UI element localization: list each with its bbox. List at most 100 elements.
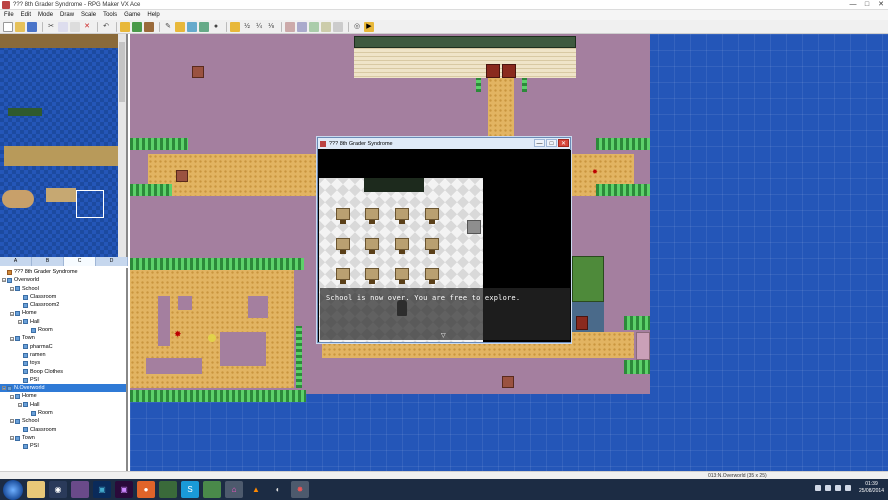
region-mode-icon[interactable] (144, 21, 154, 32)
zoom-1-8-icon[interactable]: ⅛ (266, 22, 276, 32)
tab-d[interactable]: D (96, 257, 128, 266)
map-mode-icon[interactable] (120, 21, 130, 32)
hedge[interactable] (522, 78, 527, 92)
map-tree-item[interactable]: − Home (0, 392, 126, 400)
tile-counter[interactable] (4, 146, 120, 166)
map-tree-item[interactable]: − N.Overworld (0, 384, 126, 393)
expand-toggle-icon[interactable]: − (10, 286, 14, 291)
event-mode-icon[interactable] (132, 21, 142, 32)
archive-app-icon[interactable] (71, 481, 89, 498)
hedge[interactable] (130, 258, 304, 270)
map-tree-item[interactable]: Room (0, 326, 126, 334)
playtest-minimize-button[interactable]: — (534, 139, 545, 147)
playtest-maximize-button[interactable]: □ (546, 139, 557, 147)
save-project-icon[interactable] (27, 21, 37, 32)
map-tree-item[interactable]: Classroom (0, 293, 126, 301)
obs-icon[interactable]: ◐ (269, 481, 287, 498)
volume-icon[interactable] (834, 485, 841, 491)
new-project-icon[interactable] (3, 21, 13, 32)
map-tree-item[interactable]: Classroom2 (0, 301, 126, 309)
playtest-window[interactable]: ??? 8th Grader Syndrome — □ ✕ School is … (317, 137, 571, 343)
expand-toggle-icon[interactable]: − (2, 278, 6, 283)
expand-toggle-icon[interactable]: − (18, 319, 22, 324)
path[interactable] (488, 78, 514, 140)
map-tree-item[interactable]: Boop Clothes (0, 368, 126, 376)
network-icon[interactable] (824, 485, 831, 491)
photoshop-icon[interactable]: ▣ (93, 481, 111, 498)
shop-door[interactable] (576, 316, 588, 330)
tile-sofa[interactable] (46, 188, 76, 202)
map-tree-item[interactable]: Room (0, 409, 126, 417)
delete-icon[interactable]: ✕ (82, 22, 92, 32)
map-tree-item[interactable]: PSI (0, 376, 126, 384)
tray-arrow-icon[interactable] (814, 485, 821, 491)
map-tree-item[interactable]: − Town (0, 334, 126, 342)
playtest-icon[interactable]: ▶ (364, 21, 374, 32)
map-ground[interactable] (178, 296, 192, 310)
shadow-pen-icon[interactable]: ● (211, 22, 221, 32)
event-marker[interactable] (208, 334, 216, 342)
menu-mode[interactable]: Mode (38, 12, 53, 18)
map-tree-item[interactable]: Classroom (0, 426, 126, 434)
hedge[interactable] (296, 326, 302, 388)
pencil-icon[interactable]: ✎ (163, 22, 173, 32)
expand-toggle-icon[interactable]: − (10, 419, 14, 424)
menu-game[interactable]: Game (124, 12, 140, 18)
menu-draw[interactable]: Draw (60, 12, 74, 18)
hedge[interactable] (624, 360, 650, 374)
map-tree-item[interactable]: − Hall (0, 318, 126, 326)
school-wall[interactable] (354, 48, 576, 78)
skype-icon[interactable]: S (181, 481, 199, 498)
premiere-icon[interactable]: ▣ (115, 481, 133, 498)
hedge[interactable] (476, 78, 481, 92)
hedge[interactable] (596, 138, 650, 150)
school-door[interactable] (486, 64, 500, 78)
expand-toggle-icon[interactable]: − (10, 336, 14, 341)
tab-c[interactable]: C (64, 257, 96, 266)
crate[interactable] (176, 170, 188, 182)
map-tree-item[interactable]: ??? 8th Grader Syndrome (0, 268, 126, 276)
map-tree-item[interactable]: ramen (0, 351, 126, 359)
steam-icon[interactable]: ◉ (49, 481, 67, 498)
shop-roof[interactable] (572, 256, 604, 302)
close-button[interactable]: ✕ (874, 0, 888, 9)
menu-tools[interactable]: Tools (103, 12, 117, 18)
menu-help[interactable]: Help (147, 12, 159, 18)
rpg-maker-icon[interactable] (203, 481, 221, 498)
undo-icon[interactable]: ↶ (101, 22, 111, 32)
tile-chalkboard[interactable] (8, 108, 42, 116)
menu-scale[interactable]: Scale (81, 12, 96, 18)
map-tree-item[interactable]: PSI (0, 442, 126, 450)
tileset-palette[interactable] (0, 34, 128, 257)
hedge[interactable] (596, 184, 650, 196)
fill-icon[interactable] (199, 21, 209, 32)
school-door[interactable] (502, 64, 516, 78)
menu-file[interactable]: File (4, 12, 14, 18)
map-ground[interactable] (158, 296, 170, 346)
map-tree-item[interactable]: pharmaC (0, 343, 126, 351)
resource-manager-icon[interactable] (297, 21, 307, 32)
copy-icon[interactable] (58, 21, 68, 32)
paste-icon[interactable] (70, 21, 80, 32)
tab-b[interactable]: B (32, 257, 64, 266)
hedge[interactable] (130, 184, 172, 196)
media-app-icon[interactable] (159, 481, 177, 498)
tileset-scroll-thumb[interactable] (119, 42, 125, 102)
message-window[interactable]: School is now over. You are free to expl… (320, 288, 570, 340)
blood-splatter-icon[interactable]: ✸ (592, 168, 598, 177)
map-ground[interactable] (248, 296, 268, 318)
tab-a[interactable]: A (0, 257, 32, 266)
map-tree-item[interactable]: − Overworld (0, 276, 126, 284)
zoom-1-2-icon[interactable]: ½ (242, 22, 252, 32)
tile-wood-wall[interactable] (0, 34, 120, 48)
game-screen[interactable]: School is now over. You are free to expl… (319, 150, 571, 342)
playtest-titlebar[interactable]: ??? 8th Grader Syndrome — □ ✕ (318, 138, 570, 149)
minimize-button[interactable]: — (846, 0, 860, 9)
script-editor-icon[interactable] (309, 21, 319, 32)
zoom-1-1-icon[interactable] (230, 21, 240, 32)
file-explorer-icon[interactable] (27, 481, 45, 498)
map-tree-item[interactable]: − Home (0, 309, 126, 317)
hedge[interactable] (624, 316, 650, 330)
database-icon[interactable] (285, 21, 295, 32)
school-roof[interactable] (354, 36, 576, 48)
